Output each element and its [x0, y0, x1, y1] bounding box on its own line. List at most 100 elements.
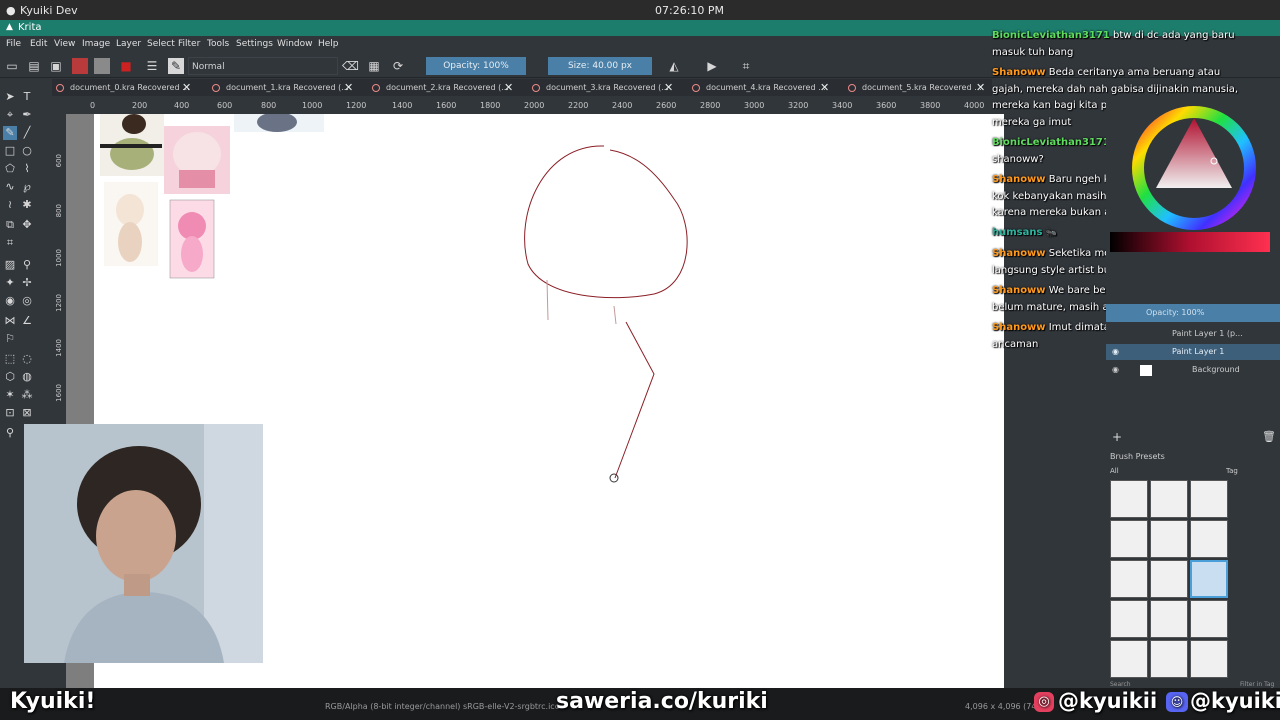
menu-edit[interactable]: Edit — [30, 39, 47, 49]
mirror-vertical-icon[interactable]: ▶ — [704, 58, 720, 74]
close-icon[interactable]: ✕ — [820, 79, 829, 96]
brush-search-field[interactable]: Search — [1110, 681, 1131, 688]
bezier-tool-icon[interactable]: ∿ — [3, 180, 17, 194]
gradient-tool-icon[interactable]: ▨ — [3, 258, 17, 272]
line-tool-icon[interactable]: ╱ — [20, 126, 34, 140]
fg-bg-color-icon[interactable]: ■ — [118, 58, 134, 74]
menu-view[interactable]: View — [54, 39, 75, 49]
eraser-icon[interactable]: ⌫ — [342, 58, 359, 74]
brush-filter-select[interactable]: All — [1110, 467, 1119, 475]
close-icon[interactable]: ✕ — [344, 79, 353, 96]
calligraphy-icon[interactable]: ✒ — [20, 108, 34, 122]
save-icon[interactable]: ▣ — [48, 58, 64, 74]
freehand-path-icon[interactable]: ℘ — [20, 180, 34, 194]
fill-tool-icon[interactable]: ◉ — [3, 294, 17, 308]
close-icon[interactable]: ✕ — [504, 79, 513, 96]
enclose-fill-icon[interactable]: ◎ — [20, 294, 34, 308]
menu-select[interactable]: Select — [147, 39, 175, 49]
brush-preset-pencil-2[interactable] — [1150, 560, 1188, 598]
magnetic-select-icon[interactable]: ⊠ — [20, 406, 34, 420]
polygon-tool-icon[interactable]: ⬠ — [3, 162, 17, 176]
new-document-icon[interactable]: ▭ — [4, 58, 20, 74]
brush-preset-ink[interactable] — [1110, 520, 1148, 558]
assistant-tool-icon[interactable]: ⋈ — [3, 314, 17, 328]
mirror-horizontal-icon[interactable]: ◭ — [666, 58, 682, 74]
brush-preset-sketch-1[interactable] — [1110, 600, 1148, 638]
menu-filter[interactable]: Filter — [178, 39, 200, 49]
pattern-swatch-icon[interactable] — [94, 58, 110, 74]
reference-tool-icon[interactable]: ⚐ — [3, 332, 17, 346]
brush-preset-pencil-1[interactable] — [1110, 560, 1148, 598]
text-tool-icon[interactable]: T — [20, 90, 34, 104]
menu-tools[interactable]: Tools — [207, 39, 229, 49]
brush-preset-marker[interactable] — [1150, 520, 1188, 558]
brush-preset-airbrush[interactable] — [1190, 480, 1228, 518]
transform-tool-icon[interactable]: ⧉ — [3, 218, 17, 232]
visibility-eye-icon[interactable]: ◉ — [1112, 344, 1119, 360]
delete-layer-icon[interactable]: 🗑 — [1262, 430, 1276, 443]
tab-document-2[interactable]: document_2.kra Recovered (... ✕ — [368, 79, 518, 96]
brush-preset-pencil-5[interactable] — [1190, 640, 1228, 678]
opacity-slider[interactable]: Opacity: 100% — [426, 57, 526, 75]
brush-preset-pencil-blue[interactable] — [1150, 480, 1188, 518]
crop-icon[interactable]: ⌗ — [738, 58, 754, 74]
similar-select-icon[interactable]: ⁂ — [20, 388, 34, 402]
brush-preset-pencil-4[interactable] — [1150, 640, 1188, 678]
ellipse-tool-icon[interactable]: ○ — [20, 144, 34, 158]
ellipse-select-icon[interactable]: ◌ — [20, 352, 34, 366]
layer-opacity-slider[interactable]: Opacity: 100% — [1106, 304, 1280, 322]
outline-select-icon[interactable]: ◍ — [20, 370, 34, 384]
reload-preset-icon[interactable]: ⟳ — [390, 58, 406, 74]
brush-preset-pen[interactable] — [1190, 520, 1228, 558]
close-icon[interactable]: ✕ — [182, 79, 191, 96]
tab-document-5[interactable]: document_5.kra Recovered ... ✕ — [844, 79, 992, 96]
edit-shapes-icon[interactable]: ⌖ — [3, 108, 17, 122]
brush-preset-selected[interactable] — [1190, 560, 1228, 598]
close-icon[interactable]: ✕ — [976, 79, 985, 96]
open-document-icon[interactable]: ▤ — [26, 58, 42, 74]
menu-file[interactable]: File — [6, 39, 21, 49]
brush-settings-icon[interactable]: ☰ — [144, 58, 160, 74]
menu-window[interactable]: Window — [277, 39, 313, 49]
layer-row[interactable]: ◉ Background — [1106, 362, 1280, 378]
layer-row[interactable]: Paint Layer 1 (p... — [1106, 326, 1280, 342]
select-shapes-icon[interactable]: ➤ — [3, 90, 17, 104]
rect-select-icon[interactable]: ⬚ — [3, 352, 17, 366]
tab-document-0[interactable]: document_0.kra Recovered ... ✕ — [52, 79, 202, 96]
brush-tag-button[interactable]: Tag — [1226, 467, 1238, 475]
visibility-eye-icon[interactable]: ◉ — [1112, 362, 1119, 378]
move-tool-icon[interactable]: ✥ — [20, 218, 34, 232]
multibrush-icon[interactable]: ✱ — [20, 198, 34, 212]
zoom-tool-icon[interactable]: ⚲ — [3, 426, 17, 440]
brush-preset-pencil-3[interactable] — [1110, 640, 1148, 678]
layer-row-selected[interactable]: ◉ Paint Layer 1 — [1106, 344, 1280, 360]
polygon-select-icon[interactable]: ⬡ — [3, 370, 17, 384]
size-slider[interactable]: Size: 40.00 px — [548, 57, 652, 75]
measure-tool-icon[interactable]: ∠ — [20, 314, 34, 328]
brush-preset-eraser[interactable] — [1110, 480, 1148, 518]
blend-mode-select[interactable]: Normal — [188, 57, 338, 75]
bezier-select-icon[interactable]: ⊡ — [3, 406, 17, 420]
dynamic-brush-icon[interactable]: ≀ — [3, 198, 17, 212]
gradient-swatch-icon[interactable] — [72, 58, 88, 74]
color-picker-icon[interactable]: ⚲ — [20, 258, 34, 272]
rectangle-tool-icon[interactable]: □ — [3, 144, 17, 158]
tab-document-1[interactable]: document_1.kra Recovered (... ✕ — [208, 79, 358, 96]
add-layer-icon[interactable]: + — [1112, 430, 1122, 444]
alpha-lock-icon[interactable]: ▦ — [366, 58, 382, 74]
magic-wand-icon[interactable]: ✶ — [3, 388, 17, 402]
polyline-tool-icon[interactable]: ⌇ — [20, 162, 34, 176]
menu-layer[interactable]: Layer — [116, 39, 141, 49]
freehand-brush-icon[interactable]: ✎ — [3, 126, 17, 140]
menu-help[interactable]: Help — [318, 39, 339, 49]
tab-document-4[interactable]: document_4.kra Recovered ... ✕ — [688, 79, 838, 96]
menu-settings[interactable]: Settings — [236, 39, 273, 49]
menu-image[interactable]: Image — [82, 39, 110, 49]
color-selector[interactable] — [1106, 96, 1280, 256]
brush-preset-sketch-2[interactable] — [1150, 600, 1188, 638]
brush-preset-icon[interactable]: ✎ — [168, 58, 184, 74]
filter-in-tag-checkbox[interactable]: Filter in Tag — [1240, 681, 1274, 688]
close-icon[interactable]: ✕ — [664, 79, 673, 96]
tab-document-3[interactable]: document_3.kra Recovered (... ✕ — [528, 79, 678, 96]
brush-preset-blue-pencil[interactable] — [1190, 600, 1228, 638]
